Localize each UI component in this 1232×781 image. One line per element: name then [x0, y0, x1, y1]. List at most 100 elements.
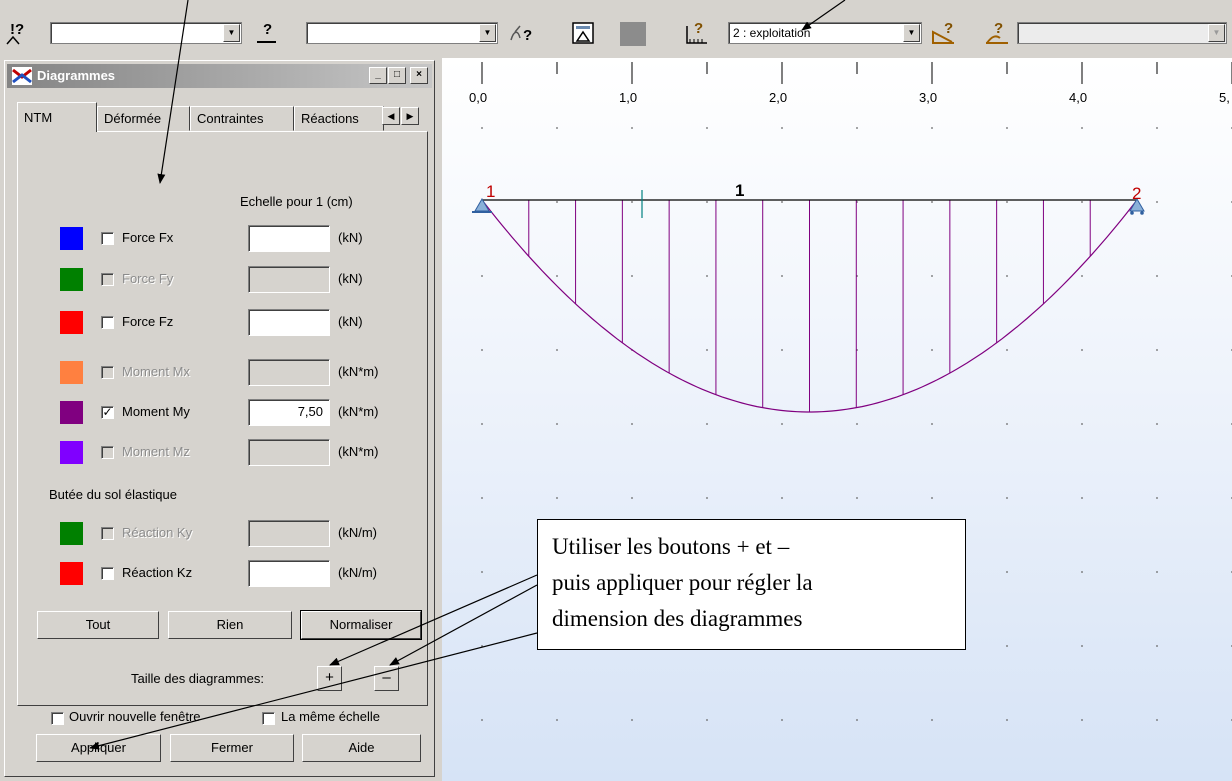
moment-mz-unit: (kN*m) [338, 444, 379, 459]
moment-mz-label: Moment Mz [122, 444, 190, 459]
filter-combo-3[interactable]: ▼ [1017, 22, 1227, 44]
grid-dot [481, 719, 483, 721]
reaction-kz-unit: (kN/m) [338, 565, 377, 580]
tab-reactions[interactable]: Réactions [294, 106, 384, 131]
grid-dot [931, 201, 933, 203]
grid-dot [1156, 719, 1158, 721]
chevron-down-icon[interactable]: ▼ [479, 24, 496, 42]
force-fz-checkbox[interactable] [101, 316, 114, 329]
grid-dot [1156, 571, 1158, 573]
reaction-kz-scale-field[interactable] [248, 560, 330, 587]
tab-ntm[interactable]: NTM [17, 102, 97, 132]
reaction-ky-scale-field[interactable] [248, 520, 330, 547]
maximize-icon: □ [393, 69, 401, 80]
dialog-titlebar[interactable]: Diagrammes _ □ × [7, 64, 432, 88]
grid-dot [1081, 275, 1083, 277]
instruction-callout: Utiliser les boutons + et – puis appliqu… [537, 519, 966, 650]
moment-mx-scale-field[interactable] [248, 359, 330, 386]
moment-mz-scale-field[interactable] [248, 439, 330, 466]
grid-dot [706, 275, 708, 277]
moment-my-label: Moment My [122, 404, 190, 419]
grid-dot [706, 127, 708, 129]
grid-dot [706, 719, 708, 721]
close-window-button[interactable]: × [410, 67, 428, 84]
deformation-query-icon[interactable]: ? [930, 18, 956, 46]
grid-dot [1006, 719, 1008, 721]
filter-combo-1[interactable]: ▼ [50, 22, 242, 44]
grid-dot [481, 423, 483, 425]
grid-dot [1081, 127, 1083, 129]
force-fx-scale-field[interactable] [248, 225, 330, 252]
select-none-button[interactable]: Rien [168, 611, 292, 639]
moment-mz-checkbox[interactable] [101, 446, 114, 459]
grid-dot [1081, 497, 1083, 499]
grid-dot [556, 497, 558, 499]
ruler-label: 4,0 [1069, 90, 1087, 105]
color-swatch-button[interactable] [620, 22, 646, 46]
minimize-button[interactable]: _ [369, 67, 387, 84]
load-case-combo[interactable]: 2 : exploitation ▼ [728, 22, 922, 44]
moment-my-scale-field[interactable]: 7,50 [248, 399, 330, 426]
moment-mx-checkbox[interactable] [101, 366, 114, 379]
grid-dot [1156, 127, 1158, 129]
force-fy-checkbox[interactable] [101, 273, 114, 286]
load-query-icon[interactable]: ? [684, 18, 710, 46]
grid-dot [481, 497, 483, 499]
new-window-label: Ouvrir nouvelle fenêtre [69, 709, 201, 724]
node-label-2: 2 [1132, 184, 1141, 203]
ruler-label: 0,0 [469, 90, 487, 105]
decrease-size-button[interactable]: – [374, 666, 399, 691]
chevron-down-icon[interactable]: ▼ [903, 24, 920, 42]
force-fx-checkbox[interactable] [101, 232, 114, 245]
moment-my-checkbox[interactable]: ✓ [101, 406, 114, 419]
svg-text:?: ? [523, 27, 532, 44]
ruler-label: 2,0 [769, 90, 787, 105]
chevron-down-icon[interactable]: ▼ [223, 24, 240, 42]
frame-view-icon[interactable] [570, 18, 596, 46]
moment-my-color-swatch [60, 401, 83, 424]
reaction-kz-checkbox[interactable] [101, 567, 114, 580]
grid-dot [481, 127, 483, 129]
grid-dot [781, 423, 783, 425]
tab-scroll-right-icon[interactable]: ▶ [401, 107, 419, 125]
tab-deformee[interactable]: Déformée [97, 106, 190, 131]
svg-text:?: ? [994, 20, 1003, 37]
svg-text:?: ? [263, 21, 272, 38]
grid-dot [1006, 645, 1008, 647]
help-button[interactable]: Aide [302, 734, 421, 762]
diagram-size-label: Taille des diagrammes: [131, 671, 264, 686]
select-all-button[interactable]: Tout [37, 611, 159, 639]
increase-size-button[interactable]: + [317, 666, 342, 691]
tab-scroll-left-icon[interactable]: ◀ [382, 107, 400, 125]
grid-dot [856, 719, 858, 721]
maximize-button[interactable]: □ [388, 67, 406, 84]
chevron-down-icon[interactable]: ▼ [1208, 24, 1225, 42]
element-query-icon[interactable]: ? [254, 18, 280, 46]
close-icon: × [416, 69, 422, 80]
grid-dot [556, 201, 558, 203]
grid-dot [706, 497, 708, 499]
new-window-checkbox[interactable] [51, 712, 64, 725]
structure-query-icon[interactable]: !? [4, 18, 30, 46]
tab-contraintes[interactable]: Contraintes [190, 106, 294, 131]
grid-dot [1156, 275, 1158, 277]
combination-query-icon[interactable]: ? [984, 18, 1010, 46]
normalize-button[interactable]: Normaliser [300, 610, 422, 640]
reaction-ky-checkbox[interactable] [101, 527, 114, 540]
close-button[interactable]: Fermer [170, 734, 294, 762]
callout-line-3: dimension des diagrammes [552, 606, 803, 631]
filter-combo-2[interactable]: ▼ [306, 22, 498, 44]
moment-mx-color-swatch [60, 361, 83, 384]
grid-dot [556, 349, 558, 351]
grid-dot [1006, 497, 1008, 499]
force-fz-color-swatch [60, 311, 83, 334]
force-fx-unit: (kN) [338, 230, 363, 245]
apply-button[interactable]: Appliquer [36, 734, 161, 762]
force-fz-scale-field[interactable] [248, 309, 330, 336]
grid-dot [1081, 571, 1083, 573]
hand-query-icon[interactable]: ? [508, 18, 534, 46]
same-scale-checkbox[interactable] [262, 712, 275, 725]
ruler-label: 1,0 [619, 90, 637, 105]
force-fy-scale-field[interactable] [248, 266, 330, 293]
drawing-canvas[interactable]: 0,0 1,0 2,0 3,0 4,0 5, 1 2 1 [442, 58, 1232, 781]
